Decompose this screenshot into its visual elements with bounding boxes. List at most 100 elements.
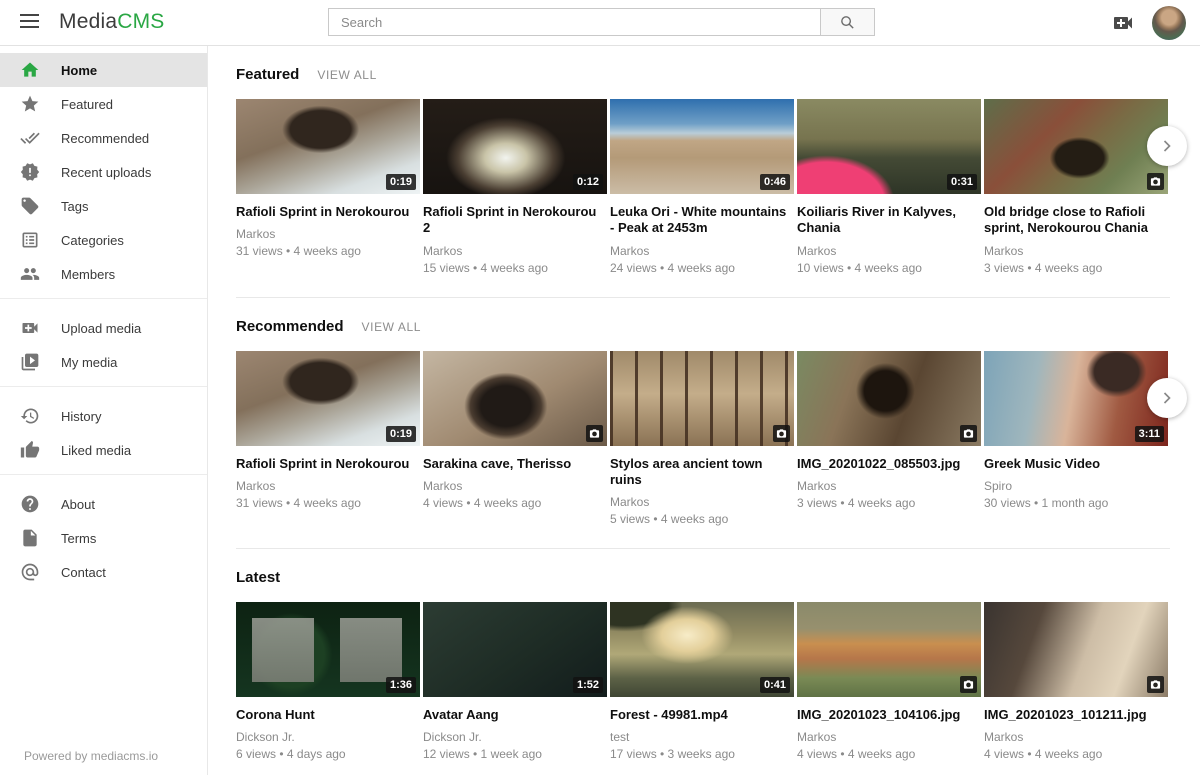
media-title[interactable]: Leuka Ori - White mountains - Peak at 24… (610, 204, 794, 237)
categories-icon (20, 230, 40, 250)
media-thumbnail-rafioli-1[interactable]: 0:19 (236, 99, 420, 194)
media-thumbnail-sarakina[interactable] (423, 351, 607, 446)
view-all-link[interactable]: VIEW ALL (362, 320, 422, 334)
media-author[interactable]: Markos (797, 730, 981, 744)
media-thumbnail-forest[interactable]: 0:41 (610, 602, 794, 697)
media-title[interactable]: IMG_20201022_085503.jpg (797, 456, 981, 472)
duration-badge: 3:11 (1135, 426, 1164, 442)
media-thumbnail-rafioli-2[interactable]: 0:12 (423, 99, 607, 194)
media-author[interactable]: Markos (797, 244, 981, 258)
tag-icon (20, 196, 40, 216)
cards-row: 0:19 Rafioli Sprint in Nerokourou Markos… (236, 99, 1170, 275)
user-avatar[interactable] (1152, 6, 1186, 40)
sidebar-item-label: My media (61, 355, 117, 370)
sidebar-item-history[interactable]: History (0, 399, 207, 433)
media-author[interactable]: Markos (984, 244, 1168, 258)
document-icon (20, 528, 40, 548)
media-thumbnail-img-101211[interactable] (984, 602, 1168, 697)
media-title[interactable]: Stylos area ancient town ruins (610, 456, 794, 489)
sidebar-item-label: About (61, 497, 95, 512)
search-bar (328, 8, 875, 36)
media-author[interactable]: Dickson Jr. (236, 730, 420, 744)
media-title[interactable]: Sarakina cave, Therisso (423, 456, 607, 472)
media-author[interactable]: Markos (610, 495, 794, 509)
media-title[interactable]: Forest - 49981.mp4 (610, 707, 794, 723)
sidebar-item-upload-media[interactable]: Upload media (0, 311, 207, 345)
add-media-icon[interactable] (1111, 11, 1135, 35)
sidebar-item-label: Members (61, 267, 115, 282)
sidebar-item-featured[interactable]: Featured (0, 87, 207, 121)
sidebar-item-label: Contact (61, 565, 106, 580)
media-title[interactable]: Koiliaris River in Kalyves, Chania (797, 204, 981, 237)
media-title[interactable]: Greek Music Video (984, 456, 1168, 472)
media-card: 3:11 Greek Music Video Spiro 30 views • … (984, 351, 1168, 527)
media-card: 0:12 Rafioli Sprint in Nerokourou 2 Mark… (423, 99, 607, 275)
photo-badge (1147, 676, 1164, 693)
media-author[interactable]: Markos (236, 227, 420, 241)
media-thumbnail-old-bridge[interactable] (984, 99, 1168, 194)
app-logo[interactable]: MediaCMS (59, 10, 164, 34)
media-card: 0:46 Leuka Ori - White mountains - Peak … (610, 99, 794, 275)
media-title[interactable]: IMG_20201023_104106.jpg (797, 707, 981, 723)
search-button[interactable] (821, 8, 875, 36)
sidebar-item-recommended[interactable]: Recommended (0, 121, 207, 155)
media-thumbnail-koiliaris[interactable]: 0:31 (797, 99, 981, 194)
sidebar-item-home[interactable]: Home (0, 53, 207, 87)
sidebar-item-my-media[interactable]: My media (0, 345, 207, 379)
media-author[interactable]: Dickson Jr. (423, 730, 607, 744)
media-thumbnail-img-104106[interactable] (797, 602, 981, 697)
sidebar-item-recent-uploads[interactable]: Recent uploads (0, 155, 207, 189)
media-author[interactable]: Markos (797, 479, 981, 493)
menu-icon[interactable] (20, 14, 39, 32)
media-meta: 5 views • 4 weeks ago (610, 512, 794, 526)
media-title[interactable]: Old bridge close to Rafioli sprint, Nero… (984, 204, 1168, 237)
media-thumbnail-avatar-aang[interactable]: 1:52 (423, 602, 607, 697)
media-author[interactable]: Markos (423, 244, 607, 258)
media-meta: 17 views • 3 weeks ago (610, 747, 794, 761)
powered-by-link[interactable]: Powered by mediacms.io (24, 749, 158, 763)
media-card: Old bridge close to Rafioli sprint, Nero… (984, 99, 1168, 275)
search-icon (839, 14, 856, 31)
media-title[interactable]: Rafioli Sprint in Nerokourou (236, 204, 420, 220)
media-card: IMG_20201022_085503.jpg Markos 3 views •… (797, 351, 981, 527)
media-card: Sarakina cave, Therisso Markos 4 views •… (423, 351, 607, 527)
media-title[interactable]: Corona Hunt (236, 707, 420, 723)
next-page-button[interactable] (1147, 378, 1187, 418)
media-author[interactable]: Markos (236, 479, 420, 493)
media-thumbnail-img-085503[interactable] (797, 351, 981, 446)
cards-row: 0:19 Rafioli Sprint in Nerokourou Markos… (236, 351, 1170, 527)
sidebar-item-members[interactable]: Members (0, 257, 207, 291)
media-thumbnail-greek-music[interactable]: 3:11 (984, 351, 1168, 446)
media-card: 1:36 Corona Hunt Dickson Jr. 6 views • 4… (236, 602, 420, 761)
section-featured: Featured VIEW ALL 0:19 Rafioli Sprint in… (236, 46, 1170, 298)
media-title[interactable]: Rafioli Sprint in Nerokourou 2 (423, 204, 607, 237)
media-author[interactable]: Markos (984, 730, 1168, 744)
media-thumbnail-rafioli-1[interactable]: 0:19 (236, 351, 420, 446)
media-thumbnail-stylos[interactable] (610, 351, 794, 446)
sidebar-item-terms[interactable]: Terms (0, 521, 207, 555)
media-author[interactable]: Markos (610, 244, 794, 258)
media-author[interactable]: Spiro (984, 479, 1168, 493)
history-icon (20, 406, 40, 426)
view-all-link[interactable]: VIEW ALL (317, 68, 377, 82)
chevron-right-icon (1157, 388, 1177, 408)
media-thumbnail-corona-hunt[interactable]: 1:36 (236, 602, 420, 697)
media-author[interactable]: test (610, 730, 794, 744)
sidebar-item-liked-media[interactable]: Liked media (0, 433, 207, 467)
sidebar-item-tags[interactable]: Tags (0, 189, 207, 223)
media-title[interactable]: Rafioli Sprint in Nerokourou (236, 456, 420, 472)
members-icon (20, 264, 40, 284)
upload-video-icon (20, 318, 40, 338)
logo-cms-text: CMS (117, 10, 164, 33)
media-thumbnail-leuka-ori[interactable]: 0:46 (610, 99, 794, 194)
sidebar-item-contact[interactable]: Contact (0, 555, 207, 589)
sidebar-item-categories[interactable]: Categories (0, 223, 207, 257)
thumbs-up-icon (20, 440, 40, 460)
media-title[interactable]: Avatar Aang (423, 707, 607, 723)
sidebar-item-about[interactable]: About (0, 487, 207, 521)
next-page-button[interactable] (1147, 126, 1187, 166)
media-title[interactable]: IMG_20201023_101211.jpg (984, 707, 1168, 723)
media-meta: 4 views • 4 weeks ago (984, 747, 1168, 761)
media-author[interactable]: Markos (423, 479, 607, 493)
search-input[interactable] (328, 8, 821, 36)
